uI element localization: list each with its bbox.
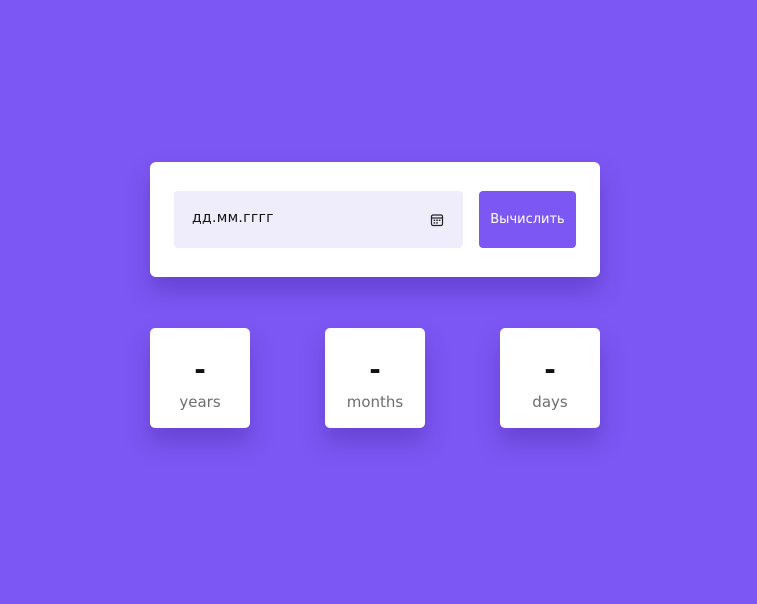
calendar-icon[interactable] bbox=[430, 212, 444, 227]
months-result-box: - months bbox=[325, 328, 425, 428]
date-input-placeholder: дд.мм.гггг bbox=[192, 210, 274, 226]
date-form-card: дд.мм.гггг Вычислить bbox=[150, 162, 600, 277]
years-value: - bbox=[194, 353, 206, 386]
months-label: months bbox=[346, 393, 404, 411]
months-value: - bbox=[369, 353, 381, 386]
date-input[interactable]: дд.мм.гггг bbox=[174, 191, 463, 248]
years-label: years bbox=[179, 393, 221, 411]
calculate-button[interactable]: Вычислить bbox=[479, 191, 576, 248]
days-result-box: - days bbox=[500, 328, 600, 428]
years-result-box: - years bbox=[150, 328, 250, 428]
days-value: - bbox=[544, 353, 556, 386]
days-label: days bbox=[532, 393, 568, 411]
